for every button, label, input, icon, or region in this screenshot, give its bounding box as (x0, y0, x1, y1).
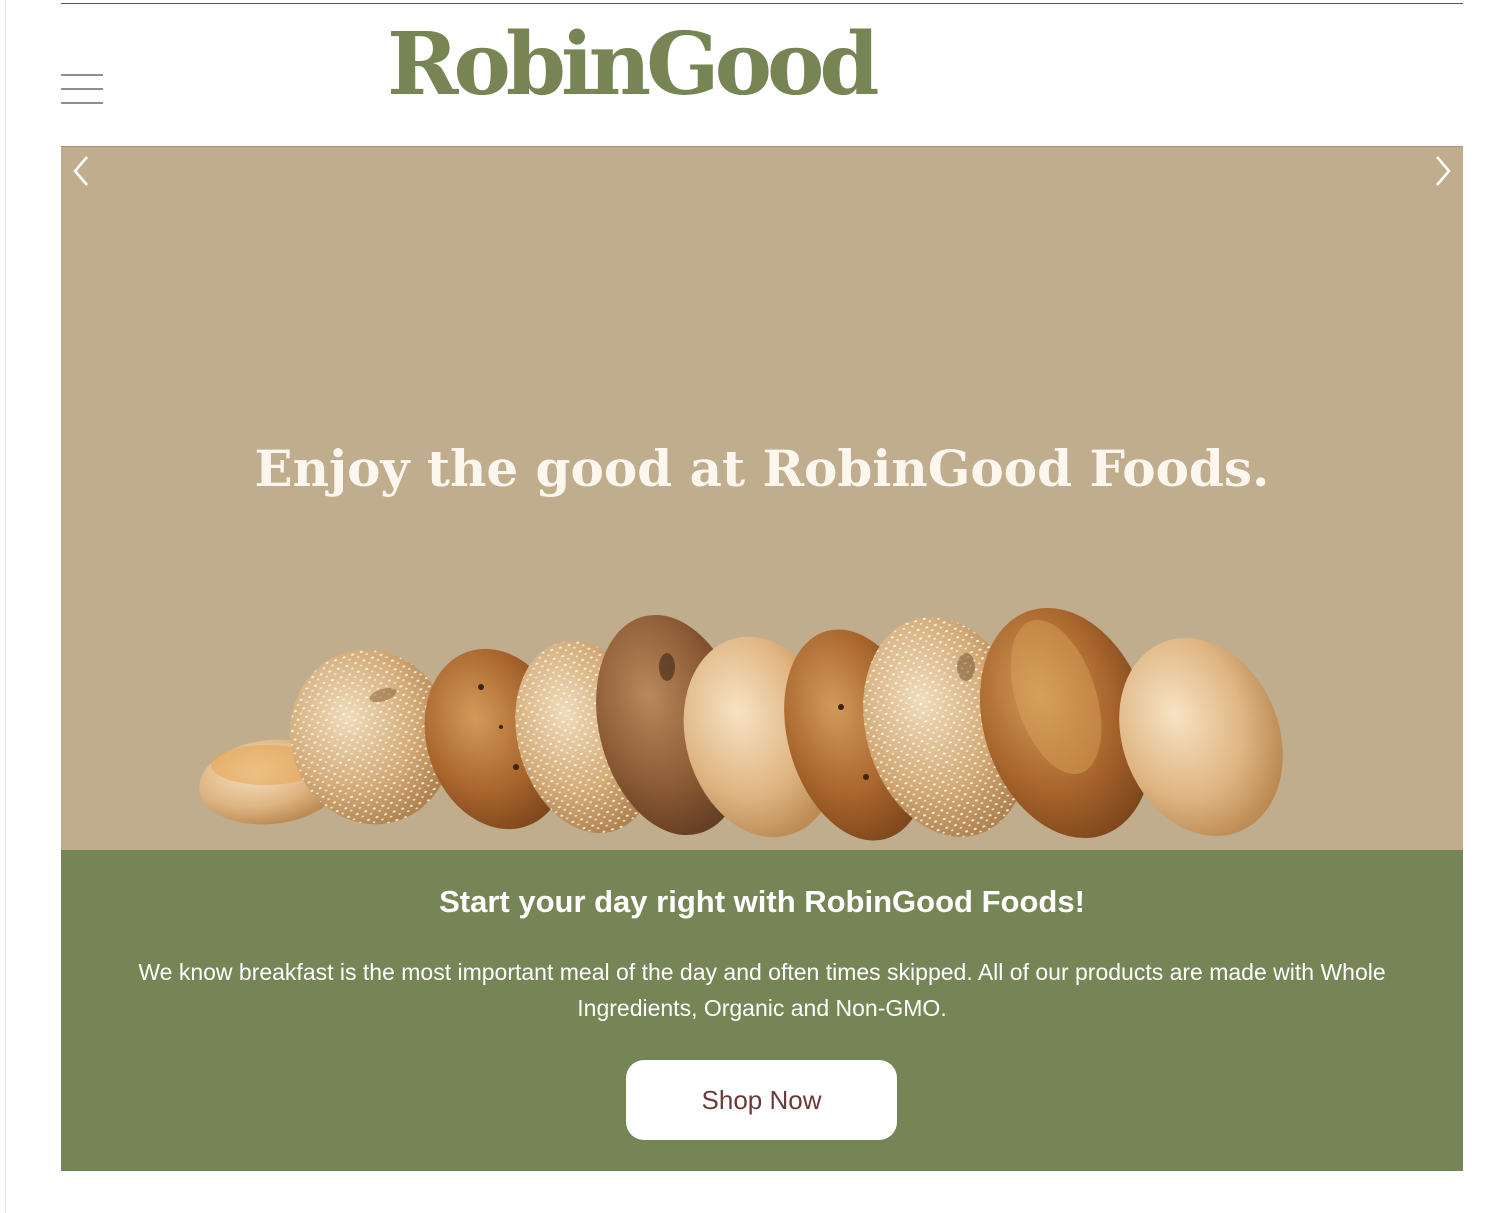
intro-section: Start your day right with RobinGood Food… (61, 850, 1463, 1171)
intro-title: Start your day right with RobinGood Food… (439, 884, 1085, 919)
intro-body: We know breakfast is the most important … (138, 959, 1386, 1021)
site-header: RobinGood (61, 4, 1463, 146)
chevron-left-icon[interactable] (65, 153, 99, 187)
page-edge (5, 0, 6, 1213)
menu-bar (61, 102, 103, 104)
site-logo[interactable]: RobinGood (387, 22, 879, 108)
hero-slider: Enjoy the good at RobinGood Foods. (61, 146, 1463, 850)
chevron-right-icon[interactable] (1425, 153, 1459, 187)
menu-bar (61, 88, 103, 90)
menu-bar (61, 74, 103, 76)
bagels-image (199, 607, 1283, 841)
hamburger-menu-icon[interactable] (61, 74, 103, 104)
hero-headline: Enjoy the good at RobinGood Foods. (254, 439, 1270, 498)
shop-now-button[interactable]: Shop Now (626, 1060, 897, 1140)
